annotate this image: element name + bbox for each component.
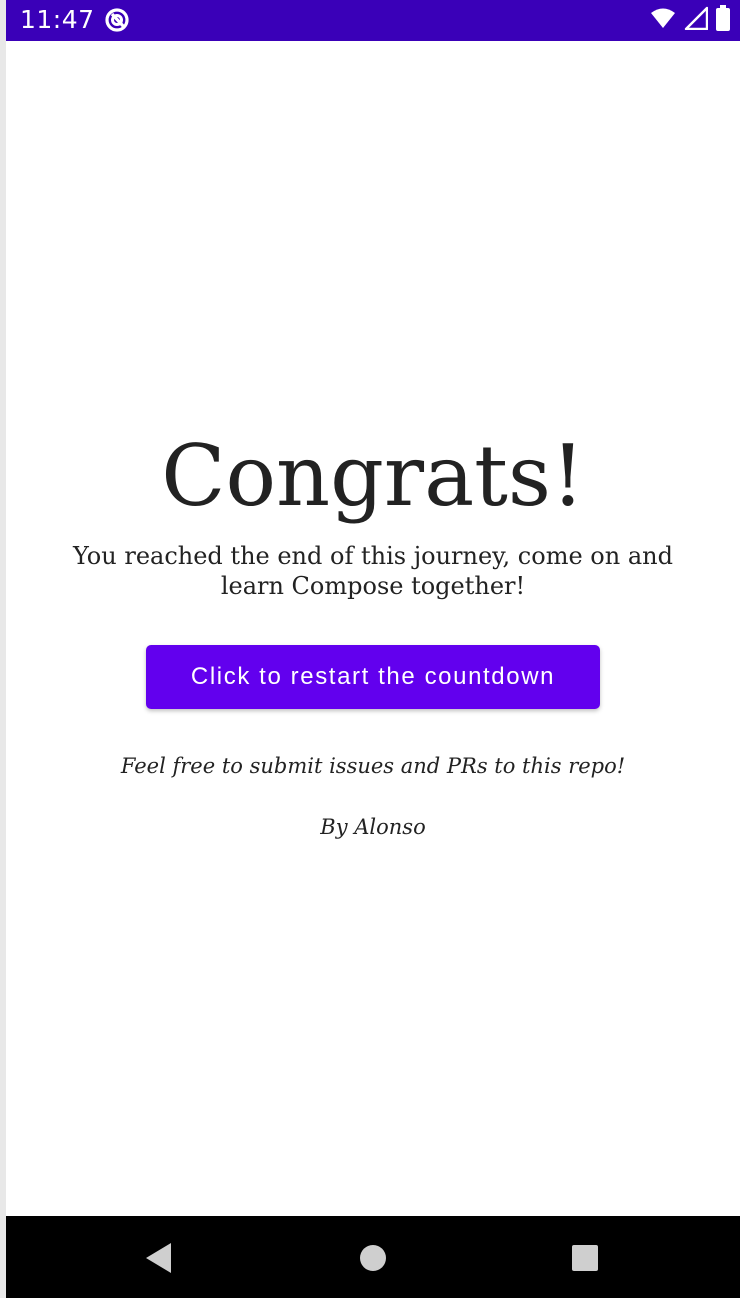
- status-icons: [650, 4, 730, 36]
- home-icon[interactable]: [356, 1241, 390, 1275]
- app-notification-icon: [104, 7, 130, 33]
- battery-icon: [716, 4, 730, 36]
- wifi-icon: [650, 7, 676, 34]
- status-time: 11:47: [20, 5, 95, 34]
- recents-icon[interactable]: [568, 1241, 602, 1275]
- congrats-message: You reached the end of this journey, com…: [73, 542, 673, 600]
- cell-signal-icon: [684, 6, 709, 35]
- restart-countdown-button[interactable]: Click to restart the countdown: [146, 645, 600, 709]
- back-icon[interactable]: [142, 1241, 176, 1275]
- navigation-bar: [6, 1216, 740, 1298]
- status-bar: 11:47: [6, 0, 740, 41]
- main-content: Congrats! You reached the end of this jo…: [6, 41, 740, 1216]
- page-title: Congrats!: [161, 427, 585, 525]
- contribution-note: Feel free to submit issues and PRs to th…: [120, 754, 626, 778]
- author-credit: By Alonso: [320, 815, 426, 839]
